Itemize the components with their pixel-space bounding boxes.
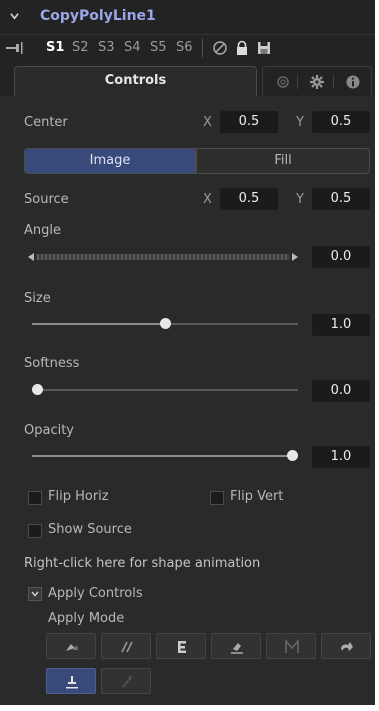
size-field[interactable]: 1.0 xyxy=(312,314,370,336)
merge-icon xyxy=(66,644,78,651)
softness-slider-handle[interactable] xyxy=(32,384,43,395)
save-icon[interactable] xyxy=(256,40,272,56)
center-y-axis: Y xyxy=(296,115,304,130)
apply-mode-dissolve-button[interactable] xyxy=(321,633,371,659)
info-icon[interactable] xyxy=(345,74,361,90)
size-label: Size xyxy=(24,291,51,306)
softness-slider[interactable] xyxy=(32,384,298,395)
opacity-slider[interactable] xyxy=(32,450,298,461)
flip-horiz-label: Flip Horiz xyxy=(48,489,109,504)
angle-field[interactable]: 0.0 xyxy=(312,246,370,268)
apply-mode-label: Apply Mode xyxy=(48,611,125,626)
size-slider[interactable] xyxy=(32,318,298,329)
center-y-field[interactable]: 0.5 xyxy=(312,111,370,133)
tool-header[interactable]: CopyPolyLine1 xyxy=(0,0,375,34)
angle-label: Angle xyxy=(24,223,61,238)
inspector-panel: CopyPolyLine1 S1 S2 S3 S4 S5 S6 Controls… xyxy=(0,0,379,711)
version-tab-s3[interactable]: S3 xyxy=(98,40,115,55)
opacity-slider-handle[interactable] xyxy=(287,450,298,461)
settings-gear-icon[interactable] xyxy=(309,74,325,90)
opacity-slider-fill xyxy=(32,455,292,457)
pin-icon[interactable] xyxy=(5,41,25,55)
center-label: Center xyxy=(24,115,68,130)
tab-icons-group xyxy=(262,66,372,96)
opacity-label: Opacity xyxy=(24,423,75,438)
version-separator xyxy=(202,39,203,57)
replace-e-icon xyxy=(178,641,186,653)
tab-controls[interactable]: Controls xyxy=(14,66,257,96)
show-source-checkbox[interactable] xyxy=(28,524,42,538)
shape-animation-hint[interactable]: Right-click here for shape animation xyxy=(24,556,260,571)
softness-field[interactable]: 0.0 xyxy=(312,380,370,402)
softness-label: Softness xyxy=(24,356,80,371)
modifiers-tab-icon[interactable] xyxy=(275,74,291,90)
disable-icon[interactable] xyxy=(212,40,228,56)
apply-mode-stamp-button[interactable] xyxy=(46,668,96,694)
flip-horiz-checkbox[interactable] xyxy=(28,491,42,505)
tabs-row: Controls xyxy=(0,60,375,96)
source-label: Source xyxy=(24,192,69,207)
angle-thumbwheel[interactable] xyxy=(28,251,298,263)
apply-controls-label: Apply Controls xyxy=(48,586,143,601)
version-tab-s6[interactable]: S6 xyxy=(176,40,193,55)
apply-mode-merge-button[interactable] xyxy=(46,633,96,659)
collapse-arrow-icon[interactable] xyxy=(10,12,19,21)
multiply-icon xyxy=(121,641,133,653)
apply-mode-merge-under-button[interactable] xyxy=(266,633,316,659)
lock-icon[interactable] xyxy=(234,40,250,56)
apply-controls-expander[interactable] xyxy=(28,587,42,601)
opacity-field[interactable]: 1.0 xyxy=(312,446,370,468)
center-x-axis: X xyxy=(203,115,212,130)
expander-chevron-icon xyxy=(31,591,39,597)
dissolve-icon xyxy=(341,642,353,651)
tool-name: CopyPolyLine1 xyxy=(40,8,156,24)
size-slider-fill xyxy=(32,323,165,325)
apply-mode-erase-button[interactable] xyxy=(211,633,261,659)
version-tab-s4[interactable]: S4 xyxy=(124,40,141,55)
image-mode-button[interactable]: Image xyxy=(24,148,196,174)
tab-divider xyxy=(297,75,298,89)
apply-mode-multiply-button[interactable] xyxy=(101,633,151,659)
apply-mode-replace-button[interactable] xyxy=(156,633,206,659)
source-x-axis: X xyxy=(203,192,212,207)
tab-divider xyxy=(333,75,334,89)
version-tab-s5[interactable]: S5 xyxy=(150,40,167,55)
center-x-field[interactable]: 0.5 xyxy=(220,111,278,133)
flip-vert-checkbox[interactable] xyxy=(210,491,224,505)
apply-mode-wand-button[interactable] xyxy=(101,668,151,694)
show-source-label: Show Source xyxy=(48,522,132,537)
version-tab-s2[interactable]: S2 xyxy=(72,40,89,55)
eraser-icon xyxy=(231,643,243,654)
versions-bar: S1 S2 S3 S4 S5 S6 xyxy=(0,34,375,60)
wand-icon xyxy=(122,675,133,688)
source-y-field[interactable]: 0.5 xyxy=(312,188,370,210)
source-y-axis: Y xyxy=(296,192,304,207)
source-x-field[interactable]: 0.5 xyxy=(220,188,278,210)
size-slider-handle[interactable] xyxy=(160,318,171,329)
flip-vert-label: Flip Vert xyxy=(230,489,284,504)
fill-mode-button[interactable]: Fill xyxy=(196,148,370,174)
merge-under-m-icon xyxy=(285,639,299,653)
stamp-icon xyxy=(66,676,78,689)
version-tab-s1[interactable]: S1 xyxy=(46,40,64,55)
